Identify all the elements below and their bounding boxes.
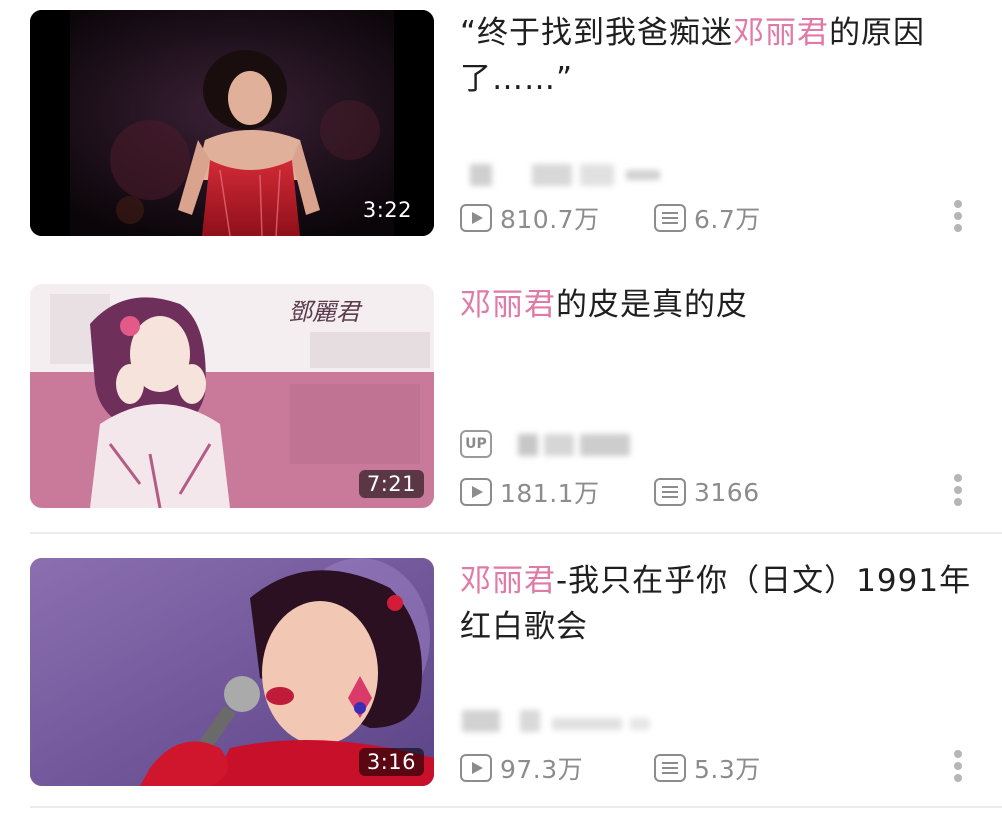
title-keyword-highlight: 邓丽君 [460, 287, 556, 323]
blurred-uploader-text [518, 434, 538, 456]
danmaku-count: 6.7万 [654, 198, 761, 238]
title-text: “终于找到我爸痴迷 [460, 15, 734, 51]
danmaku-count: 5.3万 [654, 748, 761, 788]
video-title[interactable]: “终于找到我爸痴迷邓丽君的原因了……” [460, 10, 980, 102]
view-count: 97.3万 [460, 748, 583, 788]
divider [30, 532, 1002, 534]
play-count-icon [460, 204, 492, 232]
more-vertical-icon[interactable] [946, 746, 970, 786]
blurred-uploader-text [520, 710, 540, 732]
more-vertical-icon[interactable] [946, 196, 970, 236]
title-text: 的皮是真的皮 [556, 287, 748, 323]
more-vertical-icon[interactable] [946, 470, 970, 510]
video-duration: 3:22 [362, 198, 412, 222]
video-card[interactable]: 3:22 “终于找到我爸痴迷邓丽君的原因了……” 810.7万 6.7万 [0, 0, 1002, 240]
blurred-uploader-text [580, 164, 614, 186]
blurred-uploader-text [544, 434, 574, 456]
blurred-uploader-text [462, 710, 500, 732]
video-title[interactable]: 邓丽君-我只在乎你（日文）1991年红白歌会 [460, 558, 980, 650]
title-keyword-highlight: 邓丽君 [460, 563, 556, 599]
blurred-uploader-text [626, 170, 660, 180]
video-duration: 7:21 [358, 470, 424, 498]
danmaku-icon [654, 754, 686, 782]
title-keyword-highlight: 邓丽君 [733, 15, 830, 51]
video-thumbnail[interactable]: 鄧麗君 7:21 [30, 284, 434, 508]
video-list: 3:22 “终于找到我爸痴迷邓丽君的原因了……” 810.7万 6.7万 鄧麗君… [0, 0, 1002, 816]
video-card[interactable]: 鄧麗君 7:21 邓丽君的皮是真的皮 UP 181.1万 3166 [0, 272, 1002, 512]
video-stats: 810.7万 6.7万 [460, 198, 980, 238]
blurred-uploader-text [532, 164, 572, 186]
blurred-uploader-text [552, 718, 622, 730]
up-badge-icon: UP [460, 430, 492, 458]
play-count-icon [460, 478, 492, 506]
video-title[interactable]: 邓丽君的皮是真的皮 [460, 282, 980, 328]
danmaku-icon [654, 478, 686, 506]
thumbnail-caption: 鄧麗君 [288, 298, 363, 326]
video-thumbnail[interactable]: 3:22 [30, 10, 434, 236]
view-count: 810.7万 [460, 198, 600, 238]
blurred-uploader-text [580, 434, 630, 456]
danmaku-count: 3166 [654, 472, 760, 512]
danmaku-icon [654, 204, 686, 232]
blurred-uploader-text [630, 718, 650, 730]
video-thumbnail[interactable]: 3:16 [30, 558, 434, 786]
video-stats: 181.1万 3166 [460, 472, 980, 512]
blurred-uploader-text [470, 164, 492, 186]
divider [30, 806, 1002, 808]
video-duration: 3:16 [358, 748, 424, 776]
video-card[interactable]: 3:16 邓丽君-我只在乎你（日文）1991年红白歌会 97.3万 5.3万 [0, 546, 1002, 786]
view-count: 181.1万 [460, 472, 600, 512]
video-stats: 97.3万 5.3万 [460, 748, 980, 788]
play-count-icon [460, 754, 492, 782]
